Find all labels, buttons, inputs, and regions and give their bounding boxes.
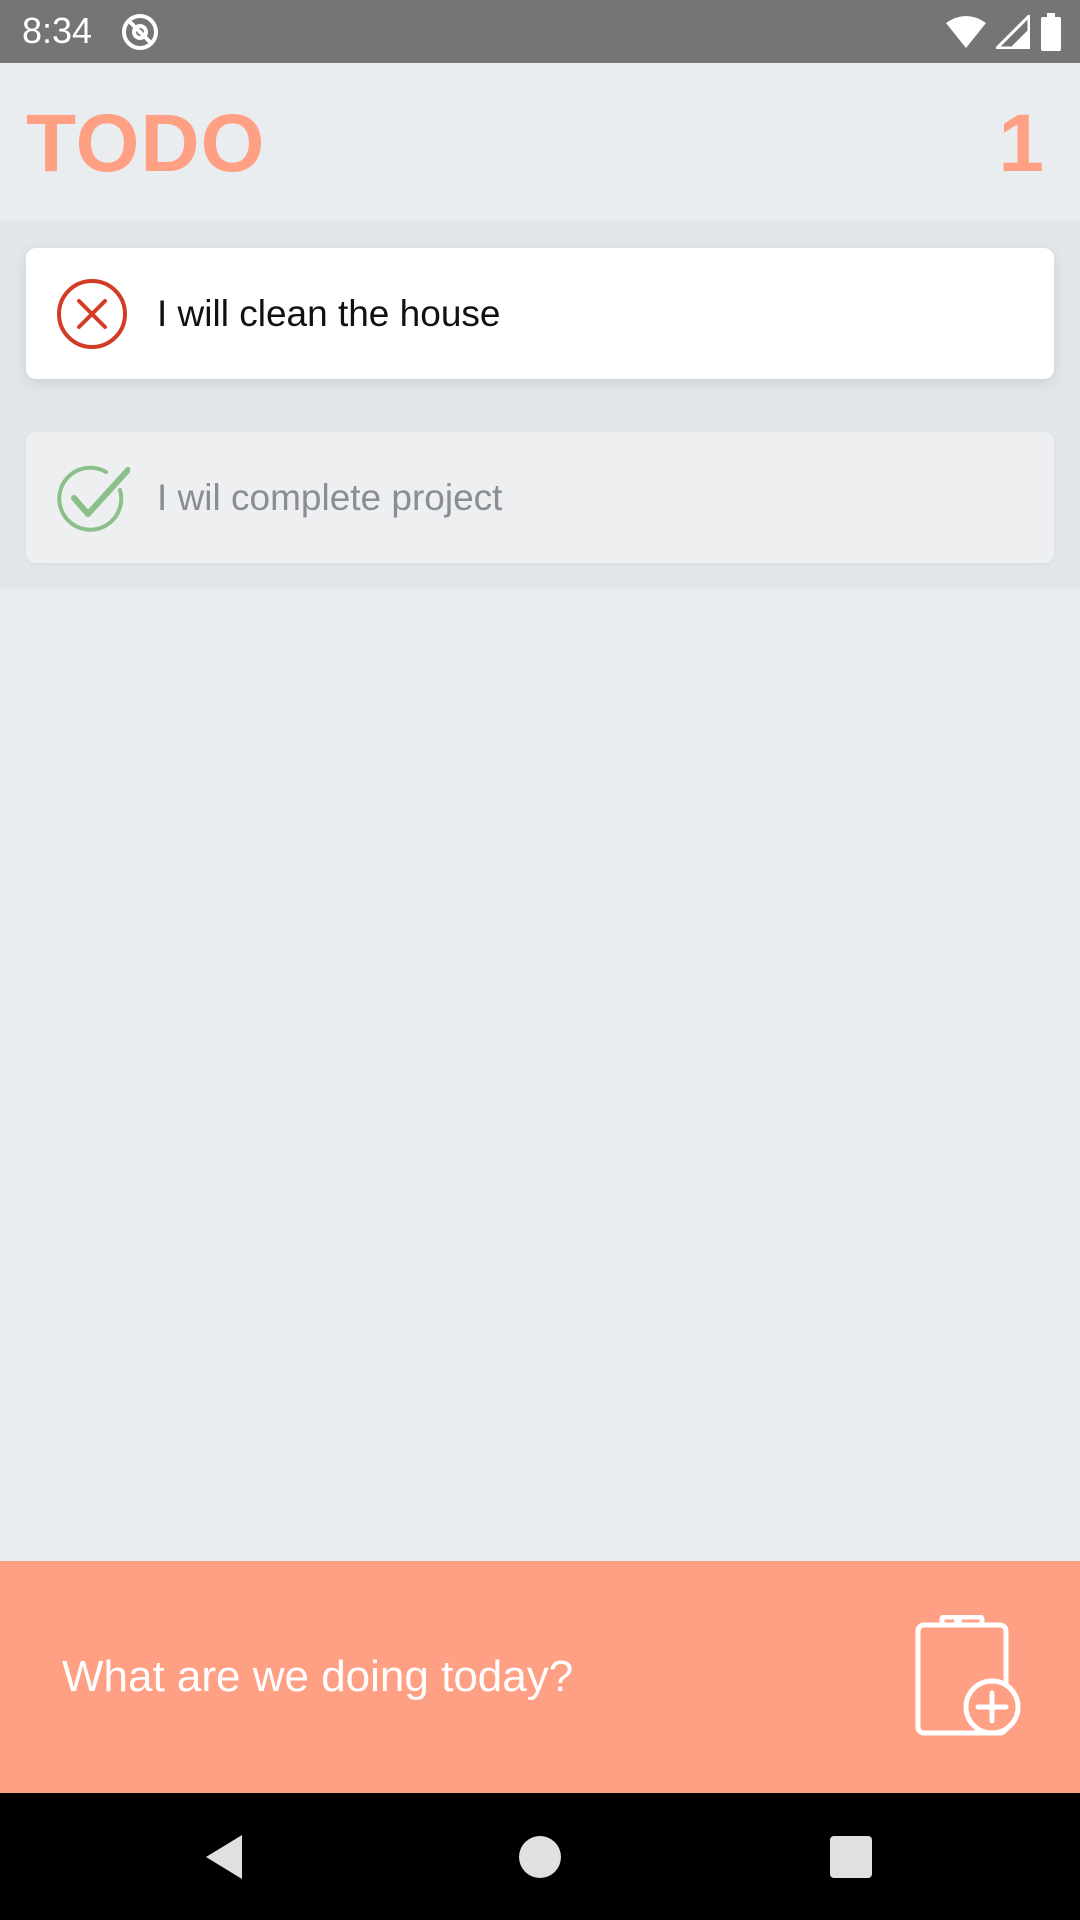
- pending-count: 1: [998, 98, 1044, 189]
- task-item-pending[interactable]: I will clean the house: [26, 248, 1054, 379]
- check-circle-icon[interactable]: [54, 460, 130, 536]
- clipboard-add-icon[interactable]: [912, 1615, 1026, 1739]
- signal-icon: [996, 15, 1030, 49]
- close-circle-icon[interactable]: [54, 276, 130, 352]
- wifi-icon: [946, 16, 986, 48]
- status-icons: [946, 12, 1062, 52]
- header: TODO 1: [0, 63, 1080, 221]
- at-sign-icon: [122, 14, 158, 50]
- recents-icon[interactable]: [825, 1831, 877, 1883]
- back-icon[interactable]: [200, 1831, 252, 1883]
- home-icon[interactable]: [514, 1831, 566, 1883]
- status-time: 8:34: [22, 10, 93, 51]
- page-title: TODO: [26, 98, 266, 189]
- battery-icon: [1041, 13, 1061, 51]
- task-text: I will clean the house: [157, 293, 501, 334]
- task-text: I wil complete project: [157, 477, 503, 518]
- task-item-done[interactable]: I wil complete project: [26, 432, 1054, 563]
- new-task-input[interactable]: What are we doing today?: [62, 1621, 862, 1733]
- system-nav-bar: [0, 1793, 1080, 1920]
- task-composer: What are we doing today?: [0, 1561, 1080, 1793]
- task-list: I will clean the house I wil complete pr…: [0, 221, 1080, 589]
- status-bar: 8:34: [0, 0, 1080, 63]
